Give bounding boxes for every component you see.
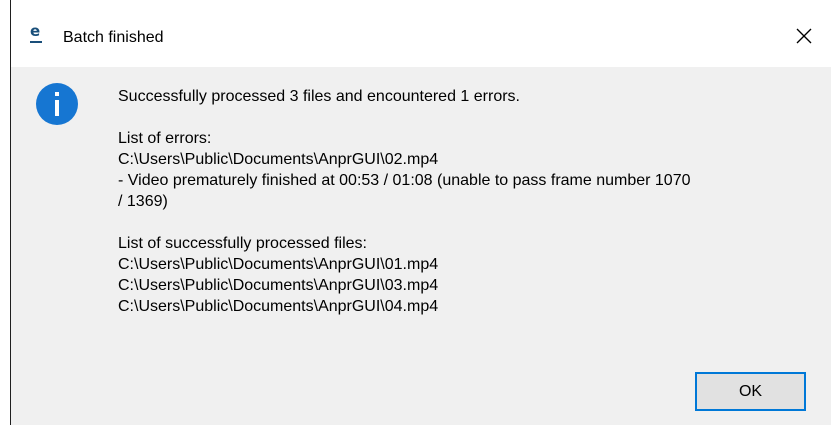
ok-button[interactable]: OK <box>695 372 806 411</box>
summary-text: Successfully processed 3 files and encou… <box>118 88 520 105</box>
success-file-path: C:\Users\Public\Documents\AnprGUI\03.mp4 <box>118 277 439 294</box>
title-bar[interactable]: e Batch finished <box>11 0 831 67</box>
message-text: Successfully processed 3 files and encou… <box>118 86 818 317</box>
close-button[interactable] <box>785 18 825 54</box>
error-file-path: C:\Users\Public\Documents\AnprGUI\02.mp4 <box>118 151 439 168</box>
success-file-path: C:\Users\Public\Documents\AnprGUI\04.mp4 <box>118 298 439 315</box>
window-title: Batch finished <box>63 29 164 46</box>
app-e-icon: e <box>28 22 46 46</box>
success-heading: List of successfully processed files: <box>118 235 367 252</box>
batch-finished-dialog: e Batch finished Successfully processed … <box>10 0 831 425</box>
close-icon <box>796 28 812 44</box>
success-file-path: C:\Users\Public\Documents\AnprGUI\01.mp4 <box>118 256 439 273</box>
error-detail-continued: / 1369) <box>118 193 168 210</box>
info-icon <box>35 82 79 126</box>
error-detail: - Video prematurely finished at 00:53 / … <box>118 172 691 189</box>
errors-heading: List of errors: <box>118 130 212 147</box>
svg-text:e: e <box>30 22 40 40</box>
